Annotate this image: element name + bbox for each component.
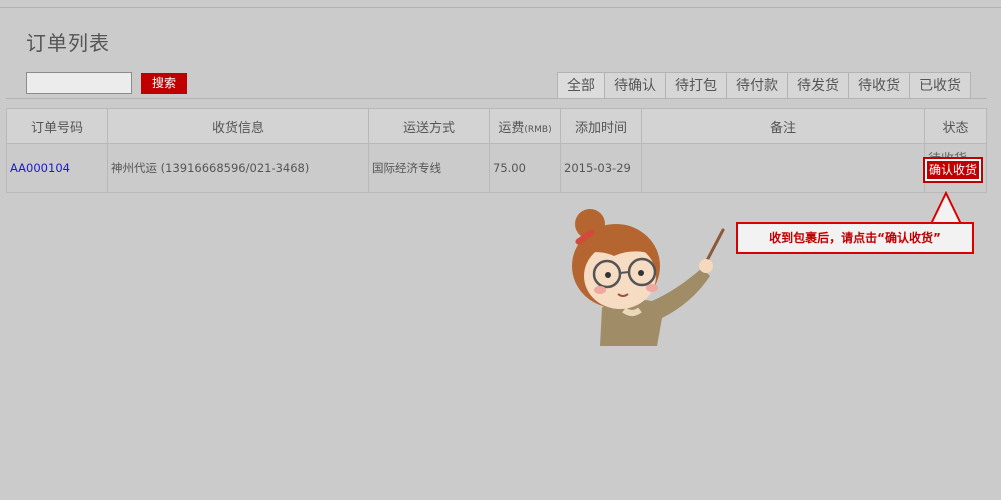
shipping-cell: 国际经济专线 (368, 143, 490, 193)
freight-label: 运费 (498, 120, 525, 136)
tab-pending-pack[interactable]: 待打包 (666, 72, 727, 98)
col-header-receiver: 收货信息 (107, 108, 369, 144)
table-row: AA000104 神州代运 (13916668596/021-3468) 国际经… (6, 143, 987, 193)
order-number-cell: AA000104 (6, 143, 108, 193)
freight-cell: 75.00 (489, 143, 561, 193)
col-header-status: 状态 (924, 108, 987, 144)
tab-all[interactable]: 全部 (557, 72, 605, 98)
added-date-cell: 2015-03-29 (560, 143, 642, 193)
confirm-receipt-button[interactable]: 确认收货 (922, 157, 984, 183)
page-title: 订单列表 (26, 31, 110, 55)
tabs-divider (6, 98, 987, 99)
table-header-row: 订单号码 收货信息 运送方式 运费(RMB) 添加时间 备注 状态 (6, 108, 987, 144)
col-header-freight: 运费(RMB) (489, 108, 561, 144)
tab-pending-payment[interactable]: 待付款 (727, 72, 788, 98)
receiver-cell: 神州代运 (13916668596/021-3468) (107, 143, 369, 193)
callout-tip: 收到包裹后，请点击“确认收货” (736, 222, 974, 254)
status-tabs: 全部 待确认 待打包 待付款 待发货 待收货 已收货 (557, 72, 971, 98)
tab-pending-receive[interactable]: 待收货 (849, 72, 910, 98)
freight-unit: (RMB) (524, 124, 552, 135)
search-input[interactable] (26, 72, 132, 94)
order-number-link[interactable]: AA000104 (10, 161, 70, 175)
col-header-order-no: 订单号码 (6, 108, 108, 144)
tab-received[interactable]: 已收货 (910, 72, 971, 98)
remark-cell (641, 143, 925, 193)
orders-table: 订单号码 收货信息 运送方式 运费(RMB) 添加时间 备注 状态 AA0001… (6, 108, 987, 193)
cartoon-girl-illustration (572, 209, 725, 346)
col-header-added: 添加时间 (560, 108, 642, 144)
callout-pointer (929, 190, 963, 225)
tab-pending-confirm[interactable]: 待确认 (605, 72, 666, 98)
top-divider (0, 7, 1001, 8)
search-button[interactable]: 搜索 (141, 73, 187, 94)
tab-pending-ship[interactable]: 待发货 (788, 72, 849, 98)
col-header-remark: 备注 (641, 108, 925, 144)
col-header-shipping: 运送方式 (368, 108, 490, 144)
status-cell: 待收货 确认收货 (922, 143, 987, 193)
